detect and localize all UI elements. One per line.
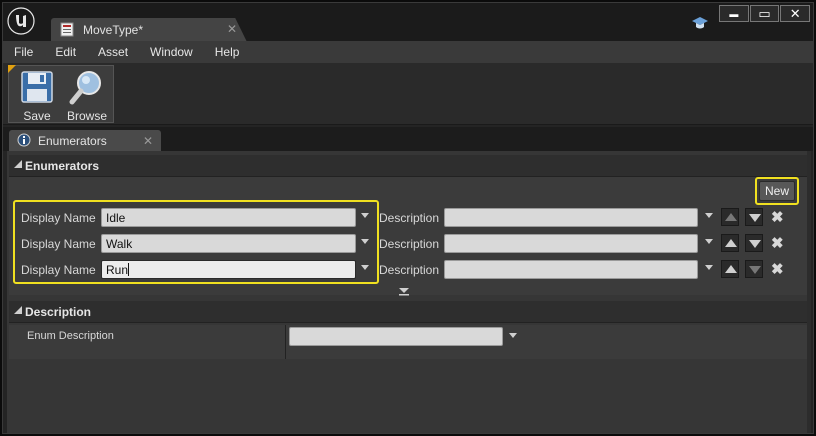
document-tab-close-icon[interactable]: ✕ — [227, 22, 237, 36]
enumerators-tab[interactable]: Enumerators ✕ — [9, 130, 161, 152]
description-section-header[interactable]: Description — [9, 301, 809, 323]
description-input[interactable] — [444, 260, 698, 279]
panel-scrollbar[interactable] — [807, 151, 811, 433]
menu-edit[interactable]: Edit — [44, 41, 87, 63]
menu-bar: File Edit Asset Window Help — [3, 41, 813, 63]
enum-description-label: Enum Description — [27, 330, 114, 342]
floppy-disk-icon — [21, 71, 53, 103]
menu-help[interactable]: Help — [204, 41, 251, 63]
chevron-down-icon[interactable] — [705, 213, 713, 218]
menu-window[interactable]: Window — [139, 41, 204, 63]
delete-icon[interactable]: ✖ — [771, 260, 784, 278]
toolbar: Save Browse — [3, 63, 813, 125]
menu-asset[interactable]: Asset — [87, 41, 139, 63]
expand-more-icon[interactable] — [398, 288, 410, 296]
new-button-highlight: New — [755, 177, 799, 205]
magnifier-icon — [69, 71, 101, 105]
column-splitter[interactable] — [285, 325, 286, 359]
menu-file[interactable]: File — [3, 41, 44, 63]
browse-label: Browse — [66, 109, 107, 123]
maximize-button[interactable]: ▭ — [749, 5, 780, 22]
enum-asset-icon — [60, 22, 74, 37]
description-input[interactable] — [444, 234, 698, 253]
unreal-engine-logo-icon[interactable] — [7, 7, 35, 35]
new-enumerator-button[interactable]: New — [759, 181, 795, 201]
enumerators-section-header[interactable]: Enumerators — [9, 155, 809, 177]
enumerators-tab-close-icon[interactable]: ✕ — [143, 134, 153, 148]
enum-description-input[interactable] — [289, 327, 503, 346]
move-down-button[interactable] — [745, 234, 763, 252]
enumerators-section-title: Enumerators — [25, 159, 100, 173]
arrow-down-icon — [749, 240, 761, 248]
arrow-up-icon — [725, 265, 737, 273]
minimize-button[interactable]: ▬ — [719, 5, 749, 22]
enumerator-row: Display Name Walk Description ✖ — [9, 233, 809, 255]
description-input[interactable] — [444, 208, 698, 227]
collapse-arrow-icon[interactable] — [14, 160, 22, 168]
arrow-up-icon — [725, 239, 737, 247]
description-section-title: Description — [25, 305, 92, 319]
editor-window: MoveType* ✕ ▬ ▭ ✕ File Edit Asset Window… — [2, 2, 814, 434]
description-label: Description — [379, 237, 440, 251]
move-down-button[interactable] — [745, 260, 763, 278]
chevron-down-icon[interactable] — [705, 239, 713, 244]
description-label: Description — [379, 263, 440, 277]
save-button[interactable]: Save — [12, 68, 62, 123]
chevron-down-icon[interactable] — [361, 265, 369, 270]
move-down-button[interactable] — [745, 208, 763, 226]
arrow-up-icon — [725, 213, 737, 221]
arrow-down-icon — [749, 214, 761, 222]
display-name-label: Display Name — [21, 263, 96, 277]
details-panel: Enumerators New Display Name Idle Descri… — [7, 151, 811, 433]
collapse-arrow-icon[interactable] — [14, 306, 22, 314]
chevron-down-icon[interactable] — [509, 333, 517, 338]
chevron-down-icon[interactable] — [705, 265, 713, 270]
arrow-down-icon — [749, 266, 761, 274]
delete-icon[interactable]: ✖ — [771, 208, 784, 226]
toolbar-group: Save Browse — [8, 65, 114, 123]
move-up-button[interactable] — [721, 234, 739, 252]
display-name-value: Run — [106, 263, 129, 277]
graduation-cap-icon[interactable] — [691, 15, 709, 31]
toolbar-corner-marker — [8, 65, 16, 73]
document-tab-label: MoveType* — [83, 23, 144, 37]
display-name-input[interactable]: Walk — [101, 234, 356, 253]
enumerators-list: New Display Name Idle Description ✖ Disp… — [9, 177, 809, 296]
display-name-label: Display Name — [21, 237, 96, 251]
display-name-input[interactable]: Idle — [101, 208, 356, 227]
window-controls: ▬ ▭ ✕ — [719, 5, 811, 23]
save-label: Save — [23, 109, 51, 123]
chevron-down-icon[interactable] — [361, 239, 369, 244]
chevron-down-icon[interactable] — [361, 213, 369, 218]
description-label: Description — [379, 211, 440, 225]
browse-button[interactable]: Browse — [62, 68, 112, 123]
close-window-button[interactable]: ✕ — [780, 5, 811, 22]
enumerator-row: Display Name Idle Description ✖ — [9, 207, 809, 229]
details-icon — [17, 133, 31, 147]
document-tab[interactable]: MoveType* ✕ — [51, 18, 247, 42]
display-name-label: Display Name — [21, 211, 96, 225]
text-caret — [128, 263, 130, 276]
delete-icon[interactable]: ✖ — [771, 234, 784, 252]
move-up-button[interactable] — [721, 260, 739, 278]
enumerators-tab-label: Enumerators — [38, 134, 107, 148]
display-name-input[interactable]: Run — [101, 260, 356, 279]
description-properties: Enum Description — [9, 325, 809, 359]
move-up-button[interactable] — [721, 208, 739, 226]
panel-tab-strip: Enumerators ✕ — [3, 127, 813, 152]
enumerator-row: Display Name Run Description ✖ — [9, 259, 809, 281]
title-bar: MoveType* ✕ ▬ ▭ ✕ — [3, 3, 813, 42]
